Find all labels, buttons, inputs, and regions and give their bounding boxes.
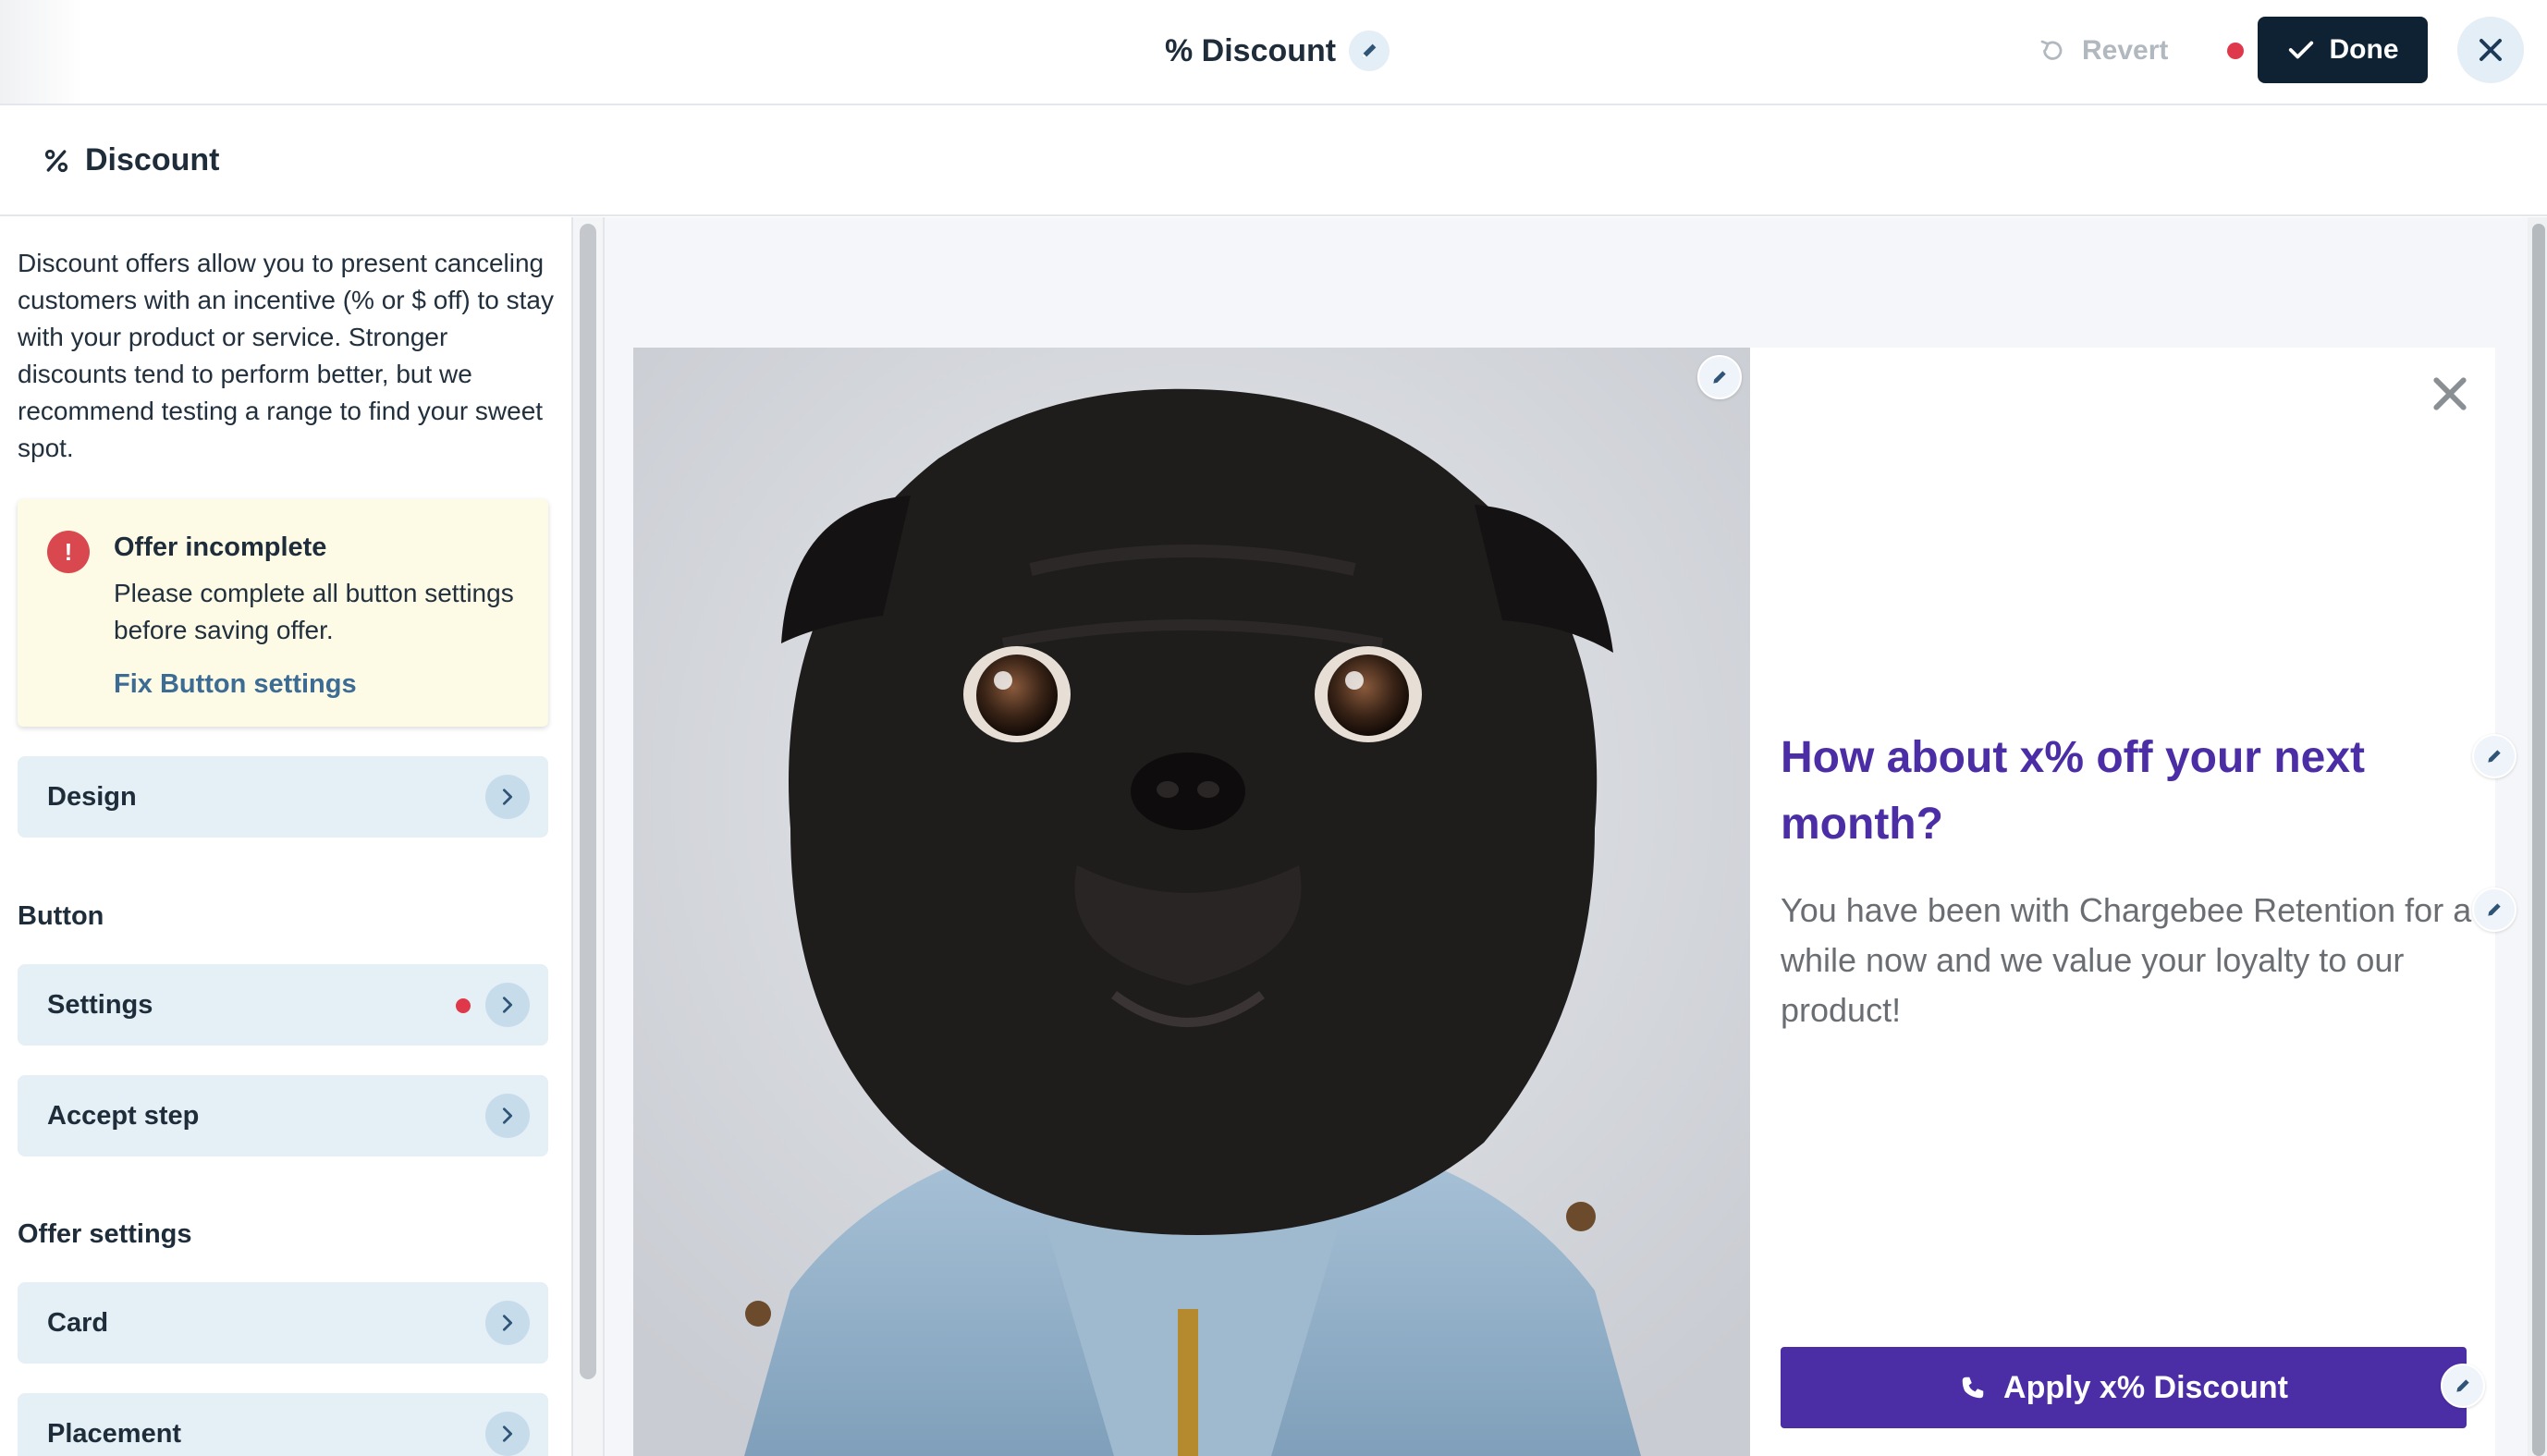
sidebar-item-accept-step[interactable]: Accept step [18,1075,548,1156]
chevron-right-icon [485,1301,530,1345]
sidebar-scrollbar[interactable] [580,224,596,1379]
chevron-right-icon [485,983,530,1027]
edit-cta-button[interactable] [2441,1364,2485,1408]
close-icon [2480,39,2502,61]
percent-icon [44,149,68,172]
sidebar-item-label: Accept step [47,1100,200,1131]
apply-discount-label: Apply x% Discount [2003,1369,2288,1405]
offer-title-group: % Discount [1165,28,1390,74]
close-editor-button[interactable] [2457,17,2524,83]
revert-label: Revert [2082,35,2169,66]
offer-title: % Discount [1165,32,1337,68]
edit-headline-button[interactable] [2472,734,2516,778]
preview-scrollbar[interactable] [2532,224,2545,1456]
offer-body-text: You have been with Chargebee Retention f… [1781,891,2472,1029]
chevron-right-icon [485,1412,530,1456]
alert-message: Please complete all button settings befo… [114,579,514,644]
phone-icon [1962,1376,1984,1399]
sidebar-item-placement[interactable]: Placement [18,1393,548,1456]
sidebar-item-design[interactable]: Design [18,756,548,838]
alert-icon: ! [47,531,90,573]
edit-body-button[interactable] [2472,887,2516,932]
sidebar-item-label: Design [47,781,137,812]
pencil-icon [2456,1379,2469,1392]
section-header: Discount [0,105,2547,216]
offer-image [633,348,1750,1456]
pencil-icon [2488,750,2501,763]
top-bar: % Discount Revert Done [0,0,2547,105]
incomplete-indicator [456,998,471,1013]
chevron-right-icon [485,1094,530,1138]
close-icon[interactable] [2430,373,2470,414]
unsaved-indicator [2227,43,2244,59]
settings-sidebar: Discount offers allow you to present can… [0,217,573,1456]
pencil-icon [1713,371,1726,384]
sidebar-item-label: Card [47,1307,109,1338]
done-button[interactable]: Done [2258,17,2428,83]
check-icon [2288,41,2313,59]
fix-button-settings-link[interactable]: Fix Button settings [114,669,357,700]
offer-headline: How about x% off your next month? [1781,733,2366,849]
apply-discount-button[interactable]: Apply x% Discount [1781,1347,2467,1428]
sidebar-item-label: Placement [47,1418,182,1449]
pencil-icon [1362,43,1377,58]
pug-photo [633,348,1750,1456]
sidebar-item-card[interactable]: Card [18,1282,548,1364]
offer-incomplete-alert: ! Offer incomplete Please complete all b… [18,499,548,727]
pencil-icon [2488,903,2501,916]
sidebar-item-settings[interactable]: Settings [18,964,548,1046]
chevron-right-icon [485,775,530,819]
offer-settings-group-label: Offer settings [18,1219,192,1249]
edit-title-button[interactable] [1349,31,1390,71]
edit-image-button[interactable] [1697,355,1742,399]
revert-icon [2040,40,2063,60]
button-group-label: Button [18,901,104,931]
done-label: Done [2329,34,2399,65]
section-title-group: Discount [43,142,219,178]
sidebar-item-label: Settings [47,989,153,1020]
alert-title: Offer incomplete [114,532,327,562]
revert-button[interactable]: Revert [2038,28,2168,74]
section-title: Discount [85,142,220,177]
offer-description: Discount offers allow you to present can… [18,249,554,462]
